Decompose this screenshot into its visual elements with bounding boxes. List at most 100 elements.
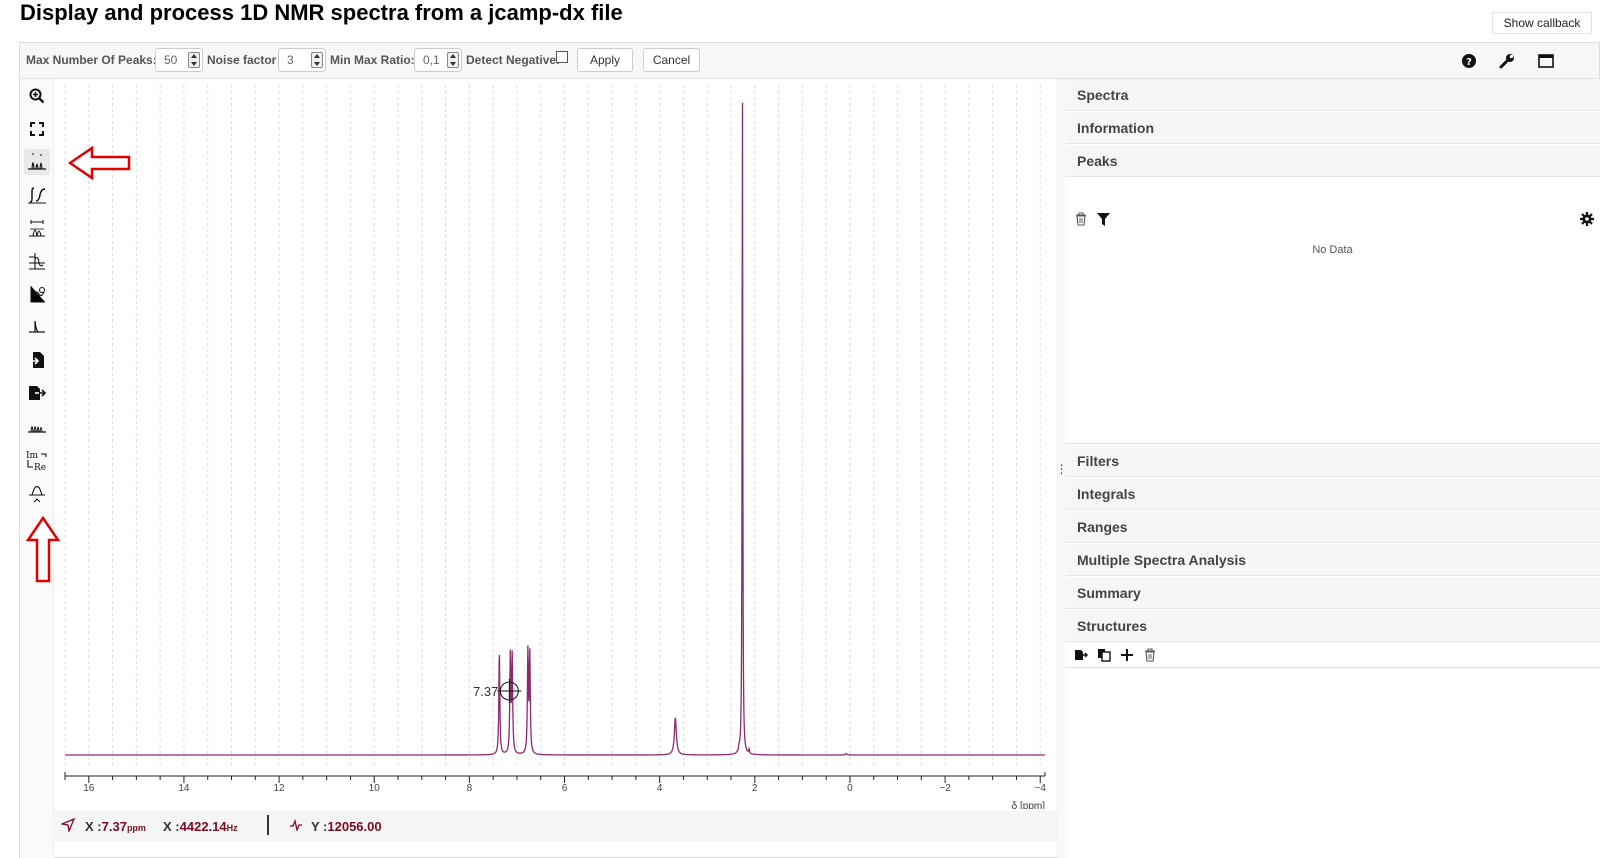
- svg-text:Im: Im: [26, 451, 39, 461]
- x-tick-label: 0: [847, 783, 853, 794]
- max-peaks-value: 50: [164, 53, 178, 67]
- panel-spectra[interactable]: Spectra: [1065, 79, 1600, 111]
- integral-tool[interactable]: [24, 182, 50, 208]
- panel-structures[interactable]: Structures: [1065, 610, 1600, 642]
- panel-filters[interactable]: Filters: [1065, 445, 1600, 477]
- cancel-button[interactable]: Cancel: [643, 48, 700, 72]
- x-tick-label: 4: [657, 783, 663, 794]
- trash-icon[interactable]: [1073, 211, 1089, 227]
- x-tick-label: −4: [1035, 783, 1047, 794]
- real-imaginary-tool[interactable]: Im Re: [24, 446, 50, 476]
- intensity-icon: [289, 818, 303, 834]
- x-tick-label: 14: [178, 783, 190, 794]
- max-peaks-label: Max Number Of Peaks:: [26, 53, 157, 67]
- tools-sidebar: Im Re: [20, 79, 54, 858]
- x-tick-label: 8: [467, 783, 473, 794]
- structures-toolbar: [1065, 643, 1600, 668]
- export-icon: [29, 386, 46, 400]
- page-title: Display and process 1D NMR spectra from …: [20, 0, 623, 25]
- x-ppm-label: X :: [85, 819, 102, 834]
- range-tool[interactable]: [24, 215, 50, 241]
- copy-icon[interactable]: [1096, 647, 1112, 663]
- x-axis-label: δ [ppm]: [1012, 801, 1046, 809]
- x-tick-label: 12: [274, 783, 286, 794]
- status-divider: [267, 815, 269, 835]
- zero-filling-icon: [29, 253, 45, 270]
- panel-splitter[interactable]: ⋮: [1056, 79, 1068, 858]
- detect-negative-checkbox[interactable]: [556, 51, 568, 63]
- baseline-correction-tool[interactable]: [24, 314, 50, 340]
- phase-correction-tool[interactable]: [24, 281, 50, 307]
- wrench-icon[interactable]: [1496, 50, 1518, 72]
- panel-ranges[interactable]: Ranges: [1065, 511, 1600, 543]
- noise-factor-stepper[interactable]: [311, 52, 323, 68]
- import-icon: [30, 352, 44, 368]
- x-tick-label: 6: [562, 783, 568, 794]
- panel-information[interactable]: Information: [1065, 112, 1600, 144]
- side-panels: Spectra Information Peaks No Data Filter…: [1065, 79, 1600, 858]
- y-value: 12056.00: [327, 819, 382, 834]
- x-tick-label: 10: [369, 783, 381, 794]
- fullscreen-icon[interactable]: [1535, 50, 1557, 72]
- range-picking-icon: [29, 220, 45, 237]
- zero-filling-tool[interactable]: [24, 248, 50, 274]
- help-icon[interactable]: ?: [1458, 50, 1480, 72]
- gear-icon[interactable]: [1579, 211, 1595, 227]
- noise-factor-label: Noise factor: [207, 53, 277, 67]
- min-max-ratio-stepper[interactable]: [447, 52, 459, 68]
- min-max-ratio-label: Min Max Ratio:: [330, 53, 415, 67]
- x-ppm-value: 7.37: [101, 819, 127, 834]
- y-label: Y :: [311, 819, 328, 834]
- stack-tool[interactable]: [24, 413, 50, 439]
- auto-peak-picking-icon: [29, 486, 45, 503]
- panel-peaks[interactable]: Peaks: [1065, 145, 1600, 177]
- real-imaginary-icon: Im Re: [26, 451, 47, 473]
- peaks-no-data: No Data: [1312, 244, 1353, 256]
- filter-icon[interactable]: [1095, 211, 1111, 227]
- x-tick-label: 2: [752, 783, 758, 794]
- auto-peak-tool[interactable]: [24, 481, 50, 507]
- stack-spectra-icon: [28, 426, 46, 433]
- annotation-arrow-up-icon: [26, 516, 60, 583]
- peak-picking-tool[interactable]: [24, 149, 50, 175]
- crosshair-icon: [59, 817, 76, 835]
- panel-integrals[interactable]: Integrals: [1065, 478, 1600, 510]
- peak-label: 7.37: [473, 684, 498, 699]
- export-tool[interactable]: [24, 380, 50, 406]
- add-icon[interactable]: [1119, 647, 1135, 663]
- x-ppm-unit: ppm: [126, 823, 146, 833]
- max-peaks-input[interactable]: 50: [155, 48, 203, 72]
- min-max-ratio-input[interactable]: 0,1: [414, 48, 462, 72]
- phase-correction-icon: [30, 286, 45, 303]
- integral-icon: [28, 187, 46, 204]
- x-hz-value: 4422.14: [179, 819, 227, 834]
- annotation-arrow-left-icon: [68, 146, 131, 180]
- detect-negative-label: Detect Negative:: [466, 53, 561, 67]
- panel-summary[interactable]: Summary: [1065, 577, 1600, 609]
- import-tool[interactable]: [24, 347, 50, 373]
- x-tick-label: 16: [83, 783, 95, 794]
- full-zoom-out-tool[interactable]: [24, 116, 50, 142]
- nmr-spectrum-chart[interactable]: 16 14 12 10 8 6 4 2 0 −2 −4 δ [ppm] 7.37: [55, 79, 1057, 809]
- peak-picking-options-toolbar: Max Number Of Peaks: 50 Noise factor 3 M…: [20, 43, 1599, 79]
- min-max-ratio-value: 0,1: [423, 53, 440, 67]
- show-callback-button[interactable]: Show callback: [1492, 12, 1592, 34]
- max-peaks-stepper[interactable]: [188, 52, 200, 68]
- nmr-viewer: Max Number Of Peaks: 50 Noise factor 3 M…: [19, 42, 1600, 858]
- noise-factor-input[interactable]: 3: [278, 48, 326, 72]
- zoom-in-icon: [29, 88, 45, 104]
- x-tick-label: −2: [939, 783, 951, 794]
- cursor-status-bar: X :7.37ppm X :4422.14Hz Y :12056.00: [55, 811, 1057, 841]
- peak-picking-icon: [28, 153, 46, 170]
- peaks-panel-body: No Data: [1065, 210, 1600, 444]
- x-hz-label: X :: [163, 819, 180, 834]
- expand-icon: [30, 122, 44, 136]
- x-hz-unit: Hz: [226, 823, 238, 833]
- baseline-correction-icon: [29, 320, 45, 333]
- apply-button[interactable]: Apply: [577, 48, 633, 72]
- svg-text:?: ?: [1466, 57, 1472, 68]
- export-structure-icon[interactable]: [1073, 647, 1089, 663]
- zoom-tool[interactable]: [24, 83, 50, 109]
- delete-structure-icon[interactable]: [1142, 647, 1158, 663]
- panel-multiple-spectra-analysis[interactable]: Multiple Spectra Analysis: [1065, 544, 1600, 576]
